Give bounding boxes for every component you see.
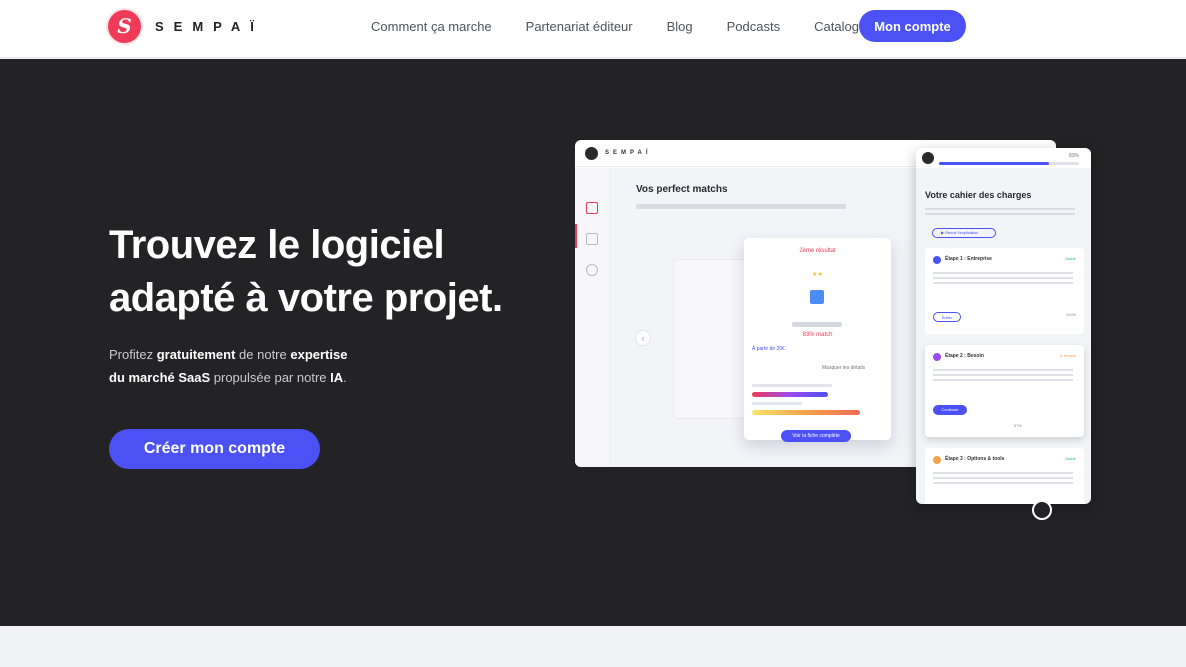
sub-bold-saas: du marché SaaS — [109, 370, 211, 385]
chevron-left-icon: ‹ — [635, 330, 651, 346]
top-navbar: SEMPAÏ Comment ça marche Partenariat édi… — [0, 0, 1186, 58]
panel-description-placeholder — [925, 208, 1075, 216]
mockup-heading: Vos perfect matchs — [636, 184, 728, 195]
panel-header: 83% — [916, 148, 1091, 168]
hero-subtitle: Profitez gratuitement de notre expertise… — [109, 343, 347, 389]
step-label: Étape 2 : Besoin — [945, 353, 984, 359]
step-card: Étape 3 : Options & tools Validé — [925, 448, 1084, 504]
create-account-button[interactable]: Créer mon compte — [109, 429, 320, 469]
chat-icon[interactable] — [1032, 500, 1052, 520]
step-label: Étape 1 : Entreprise — [945, 256, 992, 262]
panel-title: Votre cahier des charges — [925, 190, 1032, 200]
sub-bold-free: gratuitement — [156, 347, 236, 362]
score-bar — [752, 392, 828, 397]
bar-label-placeholder — [752, 402, 802, 405]
sempai-logo-icon — [108, 10, 141, 43]
sub-text: . — [343, 370, 347, 385]
score-bar — [752, 410, 860, 415]
step-status: À remplir — [1059, 353, 1076, 358]
step-percent: 67% — [1013, 423, 1022, 428]
step-text-placeholder — [933, 472, 1073, 486]
sub-text: de notre — [235, 347, 291, 362]
replay-explanation-pill: ▶ Revoir l'explication — [932, 228, 996, 238]
requirements-panel: 83% Votre cahier des charges ▶ Revoir l'… — [916, 148, 1091, 504]
step-card: Étape 1 : Entreprise Validé Éditer 100% — [925, 248, 1084, 334]
software-name-placeholder — [792, 322, 842, 327]
step-continue-button: Continuer — [933, 405, 967, 415]
match-rank: 2ème résultat — [799, 248, 836, 254]
step-status: Validé — [1065, 256, 1076, 261]
my-account-button[interactable]: Mon compte — [859, 10, 966, 42]
match-card: 2ème résultat ★★ 83% match À partir de 2… — [744, 238, 891, 442]
brand-name: SEMPAÏ — [155, 19, 264, 34]
match-percent: 83% match — [802, 332, 833, 338]
progress-fill — [939, 162, 1049, 165]
software-logo — [810, 290, 824, 304]
star-icon: ★★ — [812, 272, 823, 278]
grid-icon — [586, 202, 598, 214]
nav-link-blog[interactable]: Blog — [667, 19, 693, 34]
next-section — [0, 626, 1186, 667]
active-indicator — [575, 224, 577, 248]
book-icon — [586, 233, 598, 245]
step-label: Étape 3 : Options & tools — [945, 456, 1005, 462]
sub-bold-expertise: expertise — [290, 347, 348, 362]
user-icon — [586, 264, 598, 276]
step-number-icon — [933, 256, 941, 264]
toggle-details: Masquer les détails — [822, 365, 866, 371]
hero-title-line-2: adapté à votre projet. — [109, 276, 503, 320]
sub-text: Profitez — [109, 347, 157, 362]
nav-link-how-it-works[interactable]: Comment ça marche — [371, 19, 492, 34]
step-status: Validé — [1065, 456, 1076, 461]
mockup-description-placeholder — [636, 204, 846, 209]
sub-text: propulsée par notre — [210, 370, 331, 385]
nav-link-publisher-partnership[interactable]: Partenariat éditeur — [526, 19, 633, 34]
mockup-sidebar — [575, 168, 609, 467]
nav-links: Comment ça marche Partenariat éditeur Bl… — [371, 0, 907, 52]
bar-label-placeholder — [752, 384, 832, 387]
step-card-active: Étape 2 : Besoin À remplir Continuer 67% — [925, 345, 1084, 437]
nav-link-podcasts[interactable]: Podcasts — [727, 19, 780, 34]
step-number-icon — [933, 353, 941, 361]
step-text-placeholder — [933, 272, 1073, 286]
hero-title-line-1: Trouvez le logiciel — [109, 223, 445, 267]
panel-logo-icon — [922, 152, 934, 164]
step-percent: 100% — [1065, 312, 1076, 317]
sub-bold-ai: IA — [330, 370, 344, 385]
step-number-icon — [933, 456, 941, 464]
step-edit-button: Éditer — [933, 312, 961, 322]
progress-percent: 83% — [1068, 153, 1079, 159]
step-text-placeholder — [933, 369, 1073, 383]
brand-logo[interactable]: SEMPAÏ — [108, 10, 264, 43]
mockup-logo-icon — [585, 146, 598, 160]
hero-title: Trouvez le logiciel adapté à votre proje… — [109, 219, 503, 325]
match-price: À partir de 20€ — [752, 346, 785, 352]
view-full-sheet-button: Voir la fiche complète — [781, 430, 851, 442]
mockup-brand: SEMPAÏ — [605, 150, 652, 156]
